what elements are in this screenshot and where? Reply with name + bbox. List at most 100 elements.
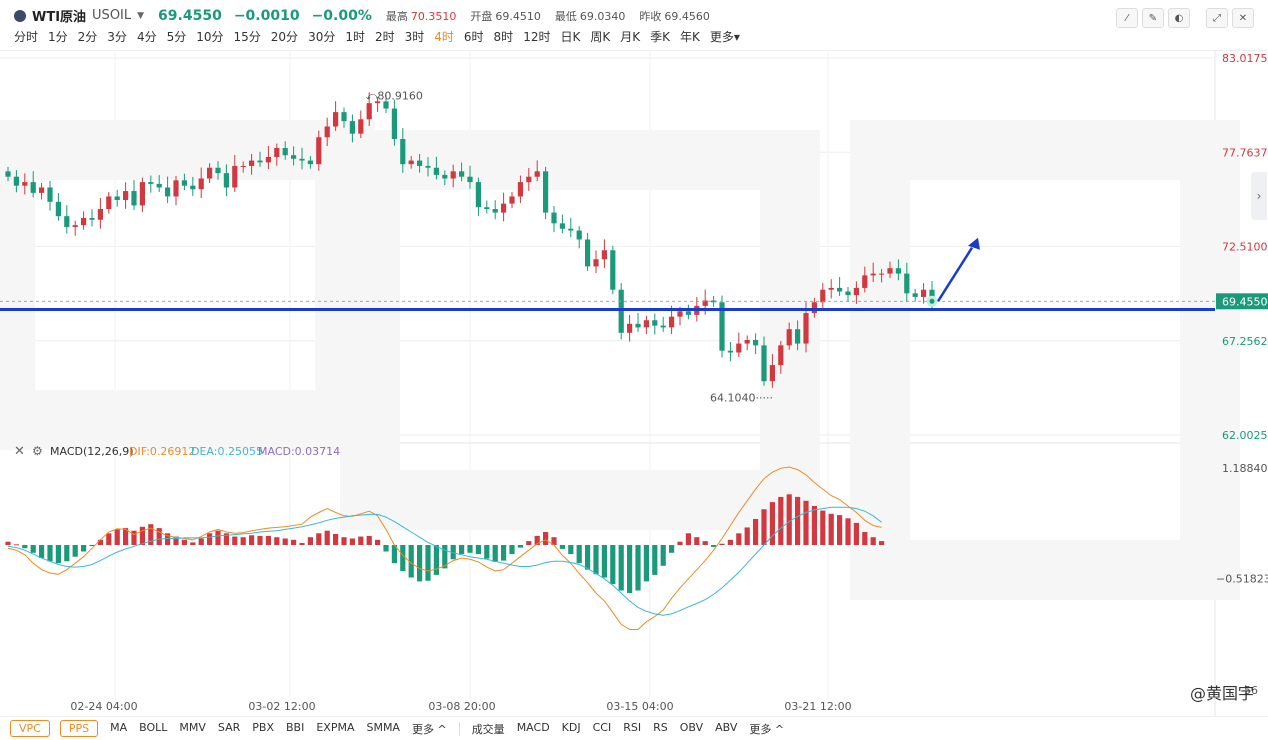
main-indicator-item[interactable]: SMMA [366, 721, 400, 737]
candle-body [887, 268, 893, 274]
symbol-name[interactable]: WTI原油 [32, 6, 86, 25]
candle-body [753, 339, 759, 346]
macd-histogram-bar [97, 539, 103, 545]
macd-histogram-bar [753, 519, 759, 545]
candle-body [870, 273, 876, 276]
tab-timeframe[interactable]: 年K [680, 28, 700, 45]
candle-body [207, 167, 213, 179]
chart-area[interactable]: ⤺80.9160 64.1040····· 83.0175 77.7637 72.51… [0, 50, 1268, 716]
candle-body [921, 289, 927, 297]
sub-indicator-item[interactable]: CCI [593, 721, 612, 737]
macd-histogram-bar [64, 545, 70, 562]
time-tick-label: 03-02 12:00 [248, 700, 315, 713]
macd-histogram-bar [660, 545, 666, 566]
candle-body [526, 176, 532, 183]
candle-body [5, 171, 11, 177]
main-indicator-item[interactable]: EXPMA [316, 721, 354, 737]
main-indicator-item[interactable]: BBI [286, 721, 304, 737]
trendline-icon[interactable]: ⁄ [1116, 8, 1138, 28]
tab-timeframe[interactable]: 4分 [137, 28, 157, 45]
panel-toggle-chevron-right-icon[interactable]: › [1251, 172, 1267, 220]
main-indicator-item[interactable]: 更多 ^ [412, 721, 447, 737]
main-indicator-item[interactable]: BOLL [139, 721, 167, 737]
macd-histogram-bar [862, 532, 868, 545]
macd-histogram-bar [207, 533, 213, 545]
tab-timeframe[interactable]: 12时 [523, 28, 550, 45]
sub-indicator-item[interactable]: MACD [517, 721, 550, 737]
symbol-code[interactable]: USOIL [92, 8, 131, 23]
main-indicator-item[interactable]: SAR [218, 721, 240, 737]
pen-icon[interactable]: ✎ [1142, 8, 1164, 28]
tab-timeframe[interactable]: 4时 [434, 28, 454, 45]
tab-timeframe[interactable]: 更多▾ [710, 28, 740, 45]
expand-icon[interactable]: ⤢ [1206, 8, 1228, 28]
time-tick-label: 03-15 04:00 [606, 700, 673, 713]
main-indicator-item[interactable]: PBX [252, 721, 274, 737]
macd-histogram-bar [55, 545, 61, 564]
candle-body [358, 119, 364, 134]
candle-body [64, 216, 70, 227]
tab-timeframe[interactable]: 1时 [345, 28, 365, 45]
main-indicator-item[interactable]: MA [110, 721, 127, 737]
candle-body [232, 165, 238, 188]
candle-body [299, 158, 305, 161]
tab-timeframe[interactable]: 周K [590, 28, 610, 45]
tab-timeframe[interactable]: 2时 [375, 28, 395, 45]
macd-histogram-bar [543, 532, 549, 545]
candle-body [131, 191, 137, 206]
tab-timeframe[interactable]: 月K [620, 28, 640, 45]
candle-body [181, 180, 187, 186]
candle-body [769, 365, 775, 382]
macd-tick-label: 1.18840 [1222, 462, 1268, 475]
macd-histogram-bar [711, 545, 717, 547]
sub-indicator-item[interactable]: 更多 ^ [749, 721, 784, 737]
tab-timeframe[interactable]: 季K [650, 28, 670, 45]
tag-vpc[interactable]: VPC [10, 720, 50, 737]
price-change: −0.0010 [233, 7, 300, 24]
sub-indicator-item[interactable]: 成交量 [472, 721, 505, 737]
candle-body [811, 302, 817, 314]
sub-indicator-item[interactable]: OBV [680, 721, 703, 737]
tab-timeframe[interactable]: 5分 [167, 28, 187, 45]
macd-histogram-bar [114, 529, 120, 545]
tab-timeframe[interactable]: 分时 [14, 28, 38, 45]
tab-timeframe[interactable]: 6时 [464, 28, 484, 45]
paint-icon[interactable]: ◐ [1168, 8, 1190, 28]
candle-body [585, 239, 591, 267]
macd-histogram-bar [47, 545, 53, 562]
candle-body [643, 320, 649, 328]
chevron-down-icon[interactable]: ▼ [137, 11, 144, 21]
tab-timeframe[interactable]: 30分 [308, 28, 335, 45]
tag-pps[interactable]: PPS [59, 720, 99, 737]
candle-body [517, 182, 523, 197]
tab-timeframe[interactable]: 10分 [196, 28, 223, 45]
candle-body [408, 160, 414, 165]
candle-body [845, 291, 851, 296]
sub-indicator-item[interactable]: ABV [715, 721, 737, 737]
tab-timeframe[interactable]: 2分 [78, 28, 98, 45]
candle-body [450, 171, 456, 179]
projection-arrow [936, 247, 974, 302]
tab-timeframe[interactable]: 日K [560, 28, 580, 45]
macd-histogram-bar [795, 496, 801, 545]
candle-body [912, 293, 918, 297]
macd-histogram-bar [677, 541, 683, 545]
sub-indicator-item[interactable]: RSI [623, 721, 641, 737]
tab-timeframe[interactable]: 15分 [234, 28, 261, 45]
tab-timeframe[interactable]: 8时 [494, 28, 514, 45]
tab-timeframe[interactable]: 1分 [48, 28, 68, 45]
macd-histogram-bar [559, 545, 565, 549]
main-indicator-item[interactable]: MMV [179, 721, 206, 737]
tab-timeframe[interactable]: 3分 [107, 28, 127, 45]
max-price-label: ⤺80.9160 [366, 90, 423, 103]
sub-indicator-item[interactable]: RS [653, 721, 668, 737]
sub-indicator-item[interactable]: KDJ [562, 721, 581, 737]
candle-body [895, 268, 901, 274]
macd-histogram-bar [643, 545, 649, 582]
macd-histogram-bar [190, 542, 196, 545]
macd-histogram-bar [13, 544, 19, 546]
tab-timeframe[interactable]: 20分 [271, 28, 298, 45]
macd-histogram-bar [727, 539, 733, 545]
tab-timeframe[interactable]: 3时 [405, 28, 425, 45]
close-icon[interactable]: ✕ [1232, 8, 1254, 28]
